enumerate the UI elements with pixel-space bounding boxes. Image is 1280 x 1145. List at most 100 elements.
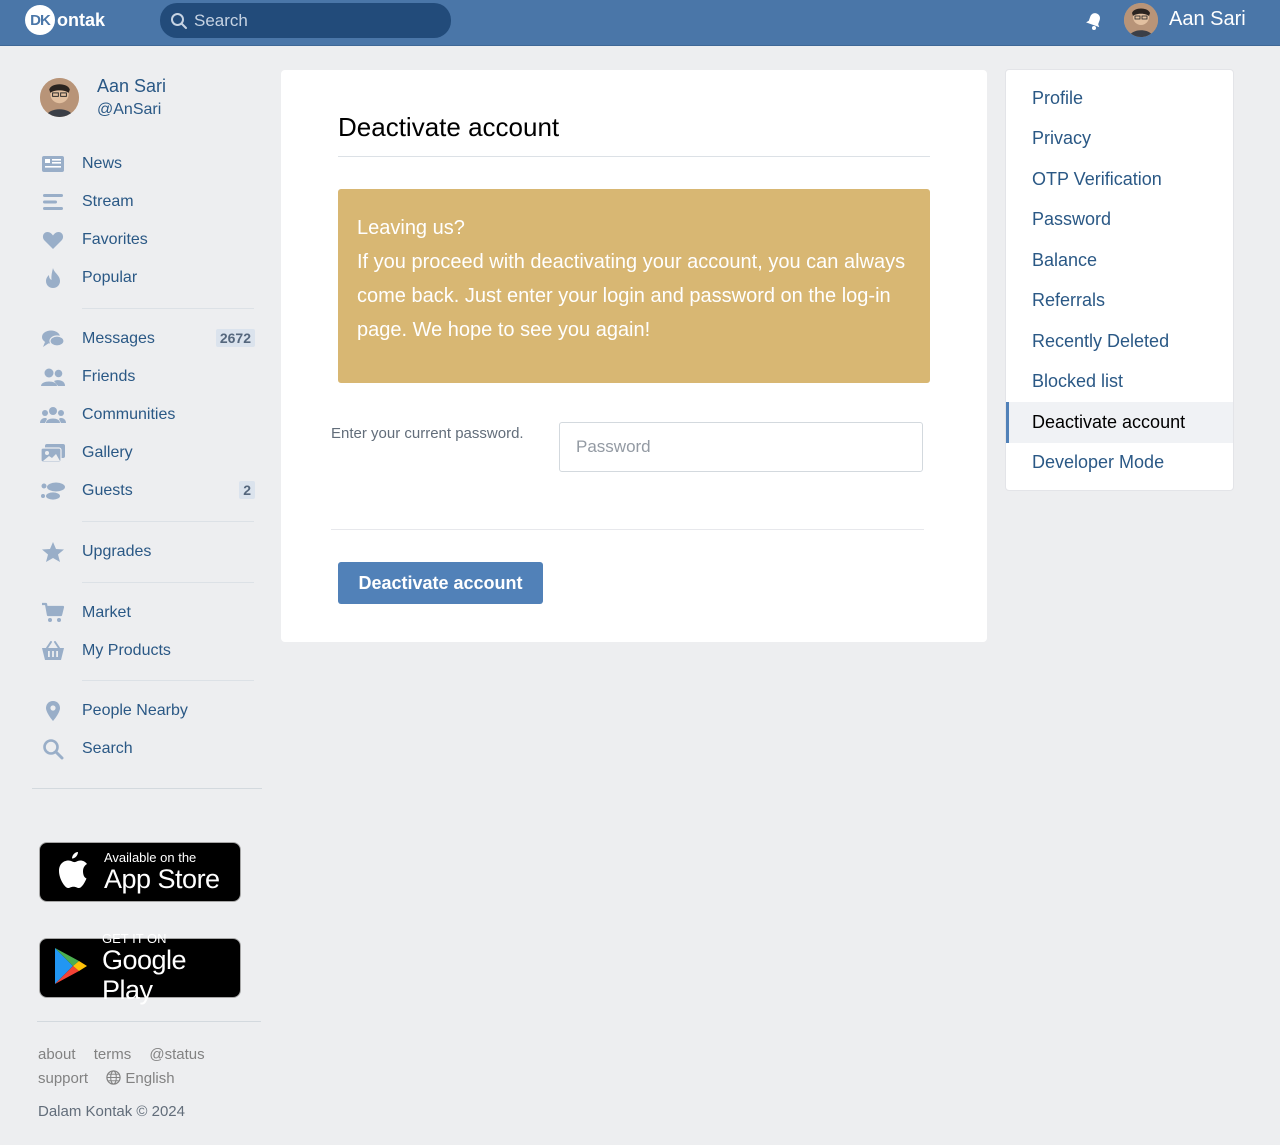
app-store-line1: Available on the: [104, 849, 197, 865]
header-avatar[interactable]: [1124, 3, 1158, 37]
search-icon: [40, 738, 66, 760]
google-play-button[interactable]: GET IT ON Google Play: [39, 932, 241, 1005]
settings-menu-item-balance[interactable]: Balance: [1006, 240, 1233, 281]
sidebar-item-gallery[interactable]: Gallery: [40, 438, 255, 468]
language-label: English: [125, 1070, 175, 1087]
header-search-input[interactable]: [194, 10, 434, 31]
sidebar-item-label: Communities: [82, 406, 176, 423]
settings-menu: Profile Privacy OTP Verification Password Ba…: [1005, 69, 1234, 491]
app-store-button[interactable]: Available on the App Store: [39, 842, 241, 902]
footer-status-link[interactable]: @status: [149, 1046, 204, 1063]
friends-icon: [40, 366, 66, 388]
sidebar-item-guests[interactable]: Guests 2: [40, 476, 255, 506]
app-store-line2: App Store: [104, 863, 220, 894]
globe-icon: [106, 1070, 121, 1085]
avatar[interactable]: [40, 78, 79, 117]
sidebar-divider: [32, 788, 262, 789]
sidebar-item-label: Messages: [82, 330, 155, 347]
deactivate-account-button[interactable]: Deactivate account: [338, 562, 543, 604]
settings-menu-item-deactivate-account[interactable]: Deactivate account: [1006, 402, 1233, 443]
password-label: Enter your current password.: [331, 425, 524, 442]
sidebar-divider: [82, 680, 254, 681]
sidebar-item-friends[interactable]: Friends: [40, 362, 255, 392]
warning-notice: Leaving us? If you proceed with deactiva…: [338, 189, 930, 383]
sidebar-item-label: Friends: [82, 368, 136, 385]
sidebar-item-search[interactable]: Search: [40, 734, 255, 764]
apple-icon: [56, 850, 90, 895]
sidebar-item-favorites[interactable]: Favorites: [40, 225, 255, 255]
cart-icon: [40, 602, 66, 624]
heart-icon: [40, 229, 66, 251]
sidebar-item-label: People Nearby: [82, 702, 188, 719]
google-play-line2: Google Play: [102, 944, 187, 1005]
footprints-icon: [40, 480, 66, 502]
settings-menu-item-referrals[interactable]: Referrals: [1006, 281, 1233, 322]
sidebar-divider: [82, 308, 254, 309]
profile-handle: @AnSari: [97, 101, 162, 118]
sidebar-item-label: Popular: [82, 269, 138, 286]
location-pin-icon: [40, 700, 66, 722]
search-icon: [171, 12, 187, 29]
newspaper-icon: [40, 153, 66, 175]
profile-name[interactable]: Aan Sari: [97, 76, 166, 97]
chat-bubbles-icon: [40, 328, 66, 350]
logo[interactable]: DK ontak: [25, 5, 105, 35]
language-selector[interactable]: English: [106, 1070, 175, 1087]
sidebar-item-label: Upgrades: [82, 543, 152, 560]
sidebar-item-popular[interactable]: Popular: [40, 263, 255, 293]
sidebar-item-label: Gallery: [82, 444, 133, 461]
sidebar-item-messages[interactable]: Messages 2672: [40, 324, 255, 354]
messages-count-badge: 2672: [215, 329, 255, 347]
google-play-icon: [52, 946, 90, 991]
sidebar-item-communities[interactable]: Communities: [40, 400, 255, 430]
top-bar: DK ontak Aan Sari: [0, 0, 1280, 46]
password-field[interactable]: [559, 422, 923, 472]
header-search[interactable]: [160, 3, 451, 38]
footer-terms-link[interactable]: terms: [94, 1046, 132, 1063]
notifications-bell-icon[interactable]: [1083, 10, 1105, 32]
sidebar-item-label: Favorites: [82, 231, 148, 248]
footer-links-row2: support English: [38, 1070, 189, 1087]
sidebar-item-news[interactable]: News: [40, 149, 255, 179]
sidebar-item-people-nearby[interactable]: People Nearby: [40, 696, 255, 726]
header-user-name[interactable]: Aan Sari: [1169, 8, 1246, 31]
flame-icon: [40, 267, 66, 289]
page-title: Deactivate account: [338, 112, 560, 142]
profile-summary[interactable]: Aan Sari @AnSari: [40, 76, 260, 124]
sidebar-item-label: Guests: [82, 482, 133, 499]
stream-lines-icon: [40, 191, 66, 213]
sidebar-item-upgrades[interactable]: Upgrades: [40, 537, 255, 567]
sidebar-item-label: Stream: [82, 193, 134, 210]
sidebar-item-label: News: [82, 155, 123, 172]
footer-about-link[interactable]: about: [38, 1046, 76, 1063]
sidebar-item-label: Market: [82, 604, 131, 621]
settings-menu-item-profile[interactable]: Profile: [1006, 78, 1233, 119]
settings-menu-item-password[interactable]: Password: [1006, 200, 1233, 241]
sidebar-item-label: Search: [82, 740, 133, 757]
sidebar-divider: [82, 582, 254, 583]
notice-body: If you proceed with deactivating your ac…: [357, 251, 906, 341]
guests-count-badge: 2: [239, 481, 255, 499]
sidebar-item-market[interactable]: Market: [40, 598, 255, 628]
notice-heading: Leaving us?: [357, 217, 465, 239]
gallery-icon: [40, 442, 66, 464]
copyright: Dalam Kontak © 2024: [38, 1103, 185, 1120]
sidebar-divider: [82, 521, 254, 522]
settings-menu-item-blocked-list[interactable]: Blocked list: [1006, 362, 1233, 403]
logo-text: ontak: [57, 9, 106, 30]
title-divider: [338, 156, 930, 157]
star-icon: [40, 541, 66, 563]
deactivate-card: Deactivate account Leaving us? If you pr…: [281, 70, 987, 642]
footer-support-link[interactable]: support: [38, 1070, 88, 1087]
basket-icon: [40, 640, 66, 662]
settings-menu-item-recently-deleted[interactable]: Recently Deleted: [1006, 321, 1233, 362]
settings-menu-item-otp-verification[interactable]: OTP Verification: [1006, 159, 1233, 200]
google-play-line1: GET IT ON: [102, 930, 167, 946]
sidebar-divider: [37, 1021, 261, 1022]
footer-links-row1: about terms @status: [38, 1046, 219, 1063]
form-divider: [331, 529, 924, 530]
settings-menu-item-developer-mode[interactable]: Developer Mode: [1006, 443, 1233, 484]
sidebar-item-my-products[interactable]: My Products: [40, 636, 255, 666]
sidebar-item-stream[interactable]: Stream: [40, 187, 255, 217]
settings-menu-item-privacy[interactable]: Privacy: [1006, 119, 1233, 160]
